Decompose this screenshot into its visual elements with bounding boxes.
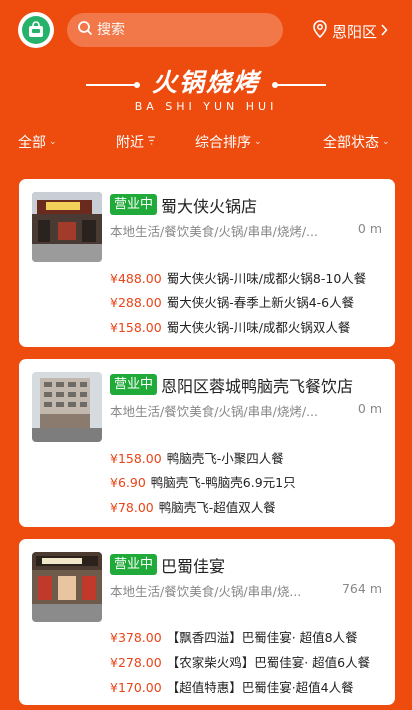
shop-category: 本地生活/餐饮美食/火锅/串串/烧烤/... (110, 224, 318, 239)
deal-name: 鸭脑壳飞-鸭脑壳6.9元1只 (150, 475, 296, 490)
deal-name: 【农家柴火鸡】巴蜀佳宴· 超值6人餐 (166, 655, 371, 670)
deal-price: ¥78.00 (110, 500, 154, 515)
open-status-badge: 营业中 (110, 374, 158, 395)
shop-photo (32, 372, 102, 442)
deal-name: 蜀大侠火锅-春季上新火锅4-6人餐 (166, 295, 355, 310)
open-status-badge: 营业中 (110, 554, 158, 575)
shopping-bag-logo-icon (22, 16, 50, 44)
deal-name: 【飘香四溢】巴蜀佳宴· 超值8人餐 (166, 630, 358, 645)
title-divider-left (86, 84, 138, 86)
filter-sort-label: 综合排序 (195, 135, 251, 151)
location-selector[interactable]: 恩阳区 (312, 20, 388, 42)
filter-all-label: 全部 (18, 135, 46, 151)
open-status-badge: 营业中 (110, 194, 158, 215)
shop-card[interactable]: 营业中 恩阳区蓉城鸭脑壳飞餐饮店 本地生活/餐饮美食/火锅/串串/烧烤/... … (19, 359, 395, 527)
deal-name: 鸭脑壳飞-小聚四人餐 (166, 451, 284, 466)
app-logo[interactable] (18, 12, 54, 48)
search-bar[interactable] (67, 13, 283, 47)
filter-nearby-label: 附近 (116, 135, 144, 151)
deal-item[interactable]: ¥6.90 鸭脑壳飞-鸭脑壳6.9元1只 (110, 472, 296, 491)
title-divider-right (274, 84, 326, 86)
deal-item[interactable]: ¥170.00 【超值特惠】巴蜀佳宴·超值4人餐 (110, 677, 354, 696)
shop-card[interactable]: 营业中 蜀大侠火锅店 本地生活/餐饮美食/火锅/串串/烧烤/... 0 m ¥4… (19, 179, 395, 347)
deal-name: 鸭脑壳飞-超值双人餐 (158, 500, 276, 515)
search-input[interactable] (97, 22, 257, 38)
top-bar: 恩阳区 (0, 0, 412, 62)
deal-item[interactable]: ¥78.00 鸭脑壳飞-超值双人餐 (110, 497, 276, 516)
deal-price: ¥288.00 (110, 295, 162, 310)
deal-item[interactable]: ¥488.00 蜀大侠火锅-川味/成都火锅8-10人餐 (110, 268, 366, 287)
deal-price: ¥158.00 (110, 320, 162, 335)
filter-status[interactable]: 全部状态 ⌄ (323, 132, 390, 152)
chevron-right-icon (380, 22, 388, 40)
shop-photo (32, 552, 102, 622)
chevron-down-icon: ⌄ (254, 137, 262, 147)
shop-distance: 0 m (357, 221, 382, 236)
filter-all[interactable]: 全部 ⌄ (18, 132, 57, 152)
deal-price: ¥278.00 (110, 655, 162, 670)
location-pin-icon (312, 20, 328, 42)
deal-item[interactable]: ¥158.00 蜀大侠火锅-川味/成都火锅双人餐 (110, 317, 350, 336)
deal-price: ¥158.00 (110, 451, 162, 466)
title-dot-left (134, 82, 140, 88)
page-title-banner: 火锅烧烤 BA SHI YUN HUI (0, 68, 412, 116)
chevron-down-icon: ⌄ (49, 137, 57, 147)
filter-nearby[interactable]: 附近 (116, 132, 156, 152)
deal-item[interactable]: ¥158.00 鸭脑壳飞-小聚四人餐 (110, 448, 284, 467)
deal-price: ¥170.00 (110, 680, 162, 695)
deal-item[interactable]: ¥288.00 蜀大侠火锅-春季上新火锅4-6人餐 (110, 292, 354, 311)
page-subtitle: BA SHI YUN HUI (134, 100, 278, 113)
filter-icon (147, 136, 156, 148)
shop-name[interactable]: 恩阳区蓉城鸭脑壳飞餐饮店 (161, 373, 353, 397)
deal-price: ¥6.90 (110, 475, 146, 490)
filter-status-label: 全部状态 (323, 135, 379, 151)
shop-name[interactable]: 蜀大侠火锅店 (161, 193, 257, 217)
deal-price: ¥488.00 (110, 271, 162, 286)
shop-photo (32, 192, 102, 262)
shop-card[interactable]: 营业中 巴蜀佳宴 本地生活/餐饮美食/火锅/串串/烧... 764 m ¥378… (19, 539, 395, 705)
location-label: 恩阳区 (332, 22, 378, 41)
deal-name: 【超值特惠】巴蜀佳宴·超值4人餐 (166, 680, 354, 695)
filter-bar: 全部 ⌄ 附近 综合排序 ⌄ 全部状态 ⌄ (0, 126, 412, 158)
deal-name: 蜀大侠火锅-川味/成都火锅8-10人餐 (166, 271, 367, 286)
deal-item[interactable]: ¥278.00 【农家柴火鸡】巴蜀佳宴· 超值6人餐 (110, 652, 370, 671)
chevron-down-icon: ⌄ (382, 137, 390, 147)
shop-name[interactable]: 巴蜀佳宴 (161, 553, 225, 577)
filter-sort[interactable]: 综合排序 ⌄ (195, 132, 262, 152)
deal-item[interactable]: ¥378.00 【飘香四溢】巴蜀佳宴· 超值8人餐 (110, 627, 358, 646)
deal-price: ¥378.00 (110, 630, 162, 645)
deal-name: 蜀大侠火锅-川味/成都火锅双人餐 (166, 320, 351, 335)
shop-distance: 0 m (357, 401, 382, 416)
shop-category: 本地生活/餐饮美食/火锅/串串/烧... (110, 584, 302, 599)
search-icon (77, 20, 93, 40)
shop-category: 本地生活/餐饮美食/火锅/串串/烧烤/... (110, 404, 318, 419)
shop-distance: 764 m (341, 581, 382, 596)
page-title: 火锅烧烤 (151, 68, 260, 97)
